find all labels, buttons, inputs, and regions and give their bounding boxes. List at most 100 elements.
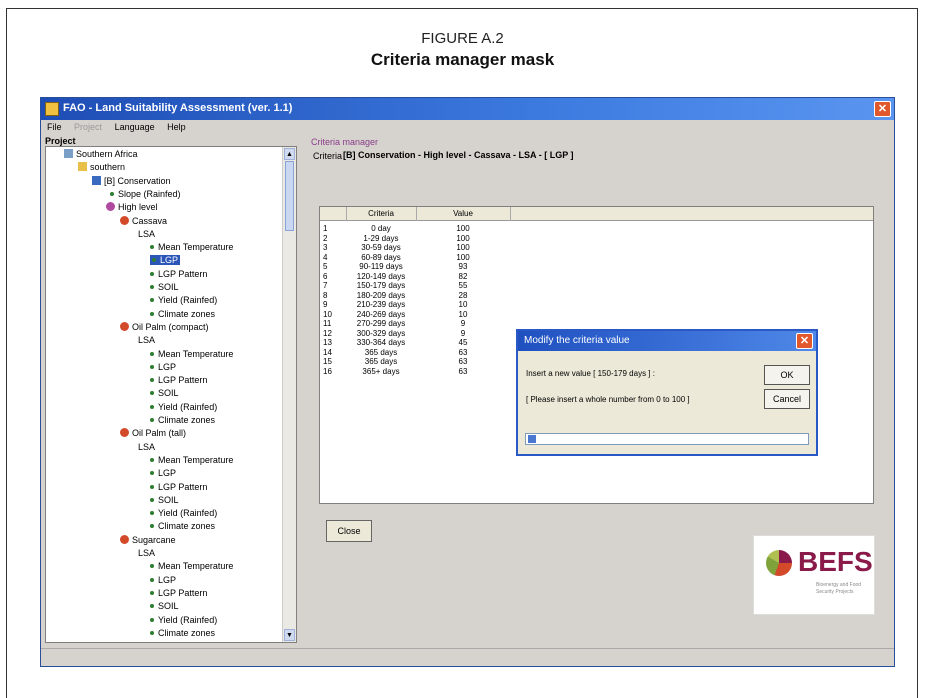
menu-language[interactable]: Language — [115, 122, 155, 132]
tree-node-label: High level — [118, 202, 158, 213]
tree-node[interactable]: Mean Temperature — [150, 349, 233, 359]
tree-node[interactable]: LGP Pattern — [150, 375, 207, 385]
dialog-close-icon[interactable]: ✕ — [796, 333, 813, 349]
leaf-icon — [150, 630, 154, 635]
tree-node[interactable]: [B] Conservation — [92, 175, 171, 186]
cell-criteria: 365 days — [364, 347, 398, 357]
value-input[interactable] — [525, 433, 809, 445]
project-tree[interactable]: ▲ ▼ Southern Africa southern [B] Conservat… — [45, 146, 297, 643]
tree-node[interactable]: LGP Pattern — [150, 482, 207, 492]
tree-node[interactable]: LSA — [138, 335, 155, 345]
tree-node[interactable]: Yield (Rainfed) — [150, 508, 217, 518]
cell-n: 12 — [323, 328, 332, 338]
menu-project[interactable]: Project — [74, 122, 102, 132]
tree-node[interactable]: LGP — [150, 468, 176, 478]
table-row[interactable]: 10 240-269 days 10 — [320, 310, 873, 319]
cancel-button[interactable]: Cancel — [764, 389, 810, 409]
tree-node[interactable]: Mean Temperature — [150, 561, 233, 571]
tree-node[interactable]: Climate zones — [150, 628, 215, 638]
cell-value: 10 — [458, 309, 468, 319]
tree-node[interactable]: Mean Temperature — [150, 242, 233, 252]
tree-node-label: Climate zones — [158, 521, 216, 532]
tree-node[interactable]: Southern Africa — [64, 149, 138, 159]
tree-node[interactable]: Sugarcane — [120, 534, 176, 545]
tree-node-label: Oil Palm (compact) — [132, 321, 209, 332]
tree-node[interactable]: SOIL — [150, 495, 179, 505]
tree-node[interactable]: Climate zones — [150, 309, 215, 319]
tree-scrollbar[interactable]: ▲ ▼ — [282, 147, 296, 642]
leaf-icon — [150, 524, 154, 529]
tree-node[interactable]: Cassava — [120, 215, 167, 226]
tree-node[interactable]: Yield (Rainfed) — [150, 295, 217, 305]
tree-node[interactable]: LGP — [150, 575, 176, 585]
cell-n: 5 — [323, 262, 328, 271]
tree-node-label: LGP Pattern — [158, 481, 208, 492]
scroll-thumb[interactable] — [285, 161, 294, 231]
cell-value: 9 — [460, 319, 466, 328]
cell-value: 100 — [456, 243, 470, 252]
leaf-icon — [150, 577, 154, 582]
scroll-down-icon[interactable]: ▼ — [284, 629, 295, 641]
cell-criteria: 365+ days — [362, 366, 400, 376]
tree-node[interactable]: LGP — [150, 255, 181, 266]
table-row[interactable]: 8 180-209 days 28 — [320, 291, 873, 300]
close-button[interactable]: Close — [326, 520, 372, 542]
tree-node[interactable]: High level — [106, 202, 158, 212]
tree-node[interactable]: LGP Pattern — [150, 588, 207, 598]
tree-node[interactable]: LSA — [138, 229, 155, 239]
tree-node[interactable]: Yield (Rainfed) — [150, 402, 217, 412]
menu-help[interactable]: Help — [167, 122, 186, 132]
tree-node-label: Yield (Rainfed) — [158, 295, 218, 306]
tree-node-label: [B] Conservation — [104, 175, 171, 186]
tree-node-label: LGP Pattern — [158, 268, 208, 279]
scroll-up-icon[interactable]: ▲ — [284, 148, 295, 160]
window-close-icon[interactable]: ✕ — [874, 101, 891, 117]
cell-criteria: 180-209 days — [356, 290, 406, 300]
tree-node[interactable]: LSA — [138, 548, 155, 558]
table-row[interactable]: 3 30-59 days 100 — [320, 243, 873, 252]
cell-criteria: 300-329 days — [356, 328, 406, 338]
tree-node[interactable]: Oil Palm (tall) — [120, 428, 186, 438]
cell-n: 8 — [323, 290, 328, 300]
tree-node[interactable]: Oil Palm (compact) — [120, 321, 209, 332]
table-row[interactable]: 6 120-149 days 82 — [320, 272, 873, 281]
tree-node[interactable]: Climate zones — [150, 521, 215, 531]
tree-node[interactable]: SOIL — [150, 282, 179, 292]
ok-button[interactable]: OK — [764, 365, 810, 385]
tree-node[interactable]: SOIL — [150, 601, 179, 611]
dialog-title[interactable]: Modify the criteria value — [518, 331, 816, 351]
cell-n: 11 — [323, 319, 332, 328]
table-row[interactable]: 1 0 day 100 — [320, 224, 873, 233]
leaf-icon — [150, 271, 154, 276]
leaf-icon — [150, 590, 154, 595]
col-value-header[interactable]: Value — [416, 209, 510, 218]
table-row[interactable]: 2 1-29 days 100 — [320, 234, 873, 243]
table-row[interactable]: 4 60-89 days 100 — [320, 253, 873, 262]
tree-node[interactable]: Climate zones — [150, 415, 215, 425]
tree-node[interactable]: LGP — [150, 362, 176, 372]
cell-value: 63 — [458, 357, 468, 366]
table-row[interactable]: 9 210-239 days 10 — [320, 300, 873, 309]
table-row[interactable]: 11 270-299 days 9 — [320, 319, 873, 328]
leaf-icon — [150, 617, 154, 622]
leaf-icon — [150, 484, 154, 489]
tree-node[interactable]: Yield (Rainfed) — [150, 615, 217, 625]
menu-file[interactable]: File — [47, 122, 62, 132]
dialog-hint: [ Please insert a whole number from 0 to… — [526, 395, 690, 404]
tree-node[interactable]: LSA — [138, 442, 155, 452]
tree-node[interactable]: southern — [78, 162, 125, 172]
tree-node[interactable]: LGP Pattern — [150, 269, 207, 279]
tree-node[interactable]: Mean Temperature — [150, 455, 233, 465]
window-titlebar[interactable]: FAO - Land Suitability Assessment (ver. … — [41, 98, 894, 120]
input-selection — [528, 435, 536, 443]
tree-node-label: LSA — [138, 228, 156, 239]
tree-node[interactable]: SOIL — [150, 388, 179, 398]
table-row[interactable]: 7 150-179 days 55 — [320, 281, 873, 290]
col-criteria-header[interactable]: Criteria — [346, 209, 416, 218]
cell-n: 3 — [323, 243, 328, 252]
leaf-icon — [150, 404, 154, 409]
criteria-label: Criteria — [313, 151, 343, 161]
table-row[interactable]: 5 90-119 days 93 — [320, 262, 873, 271]
cell-criteria: 0 day — [371, 224, 391, 233]
tree-node[interactable]: Slope (Rainfed) — [110, 189, 181, 199]
